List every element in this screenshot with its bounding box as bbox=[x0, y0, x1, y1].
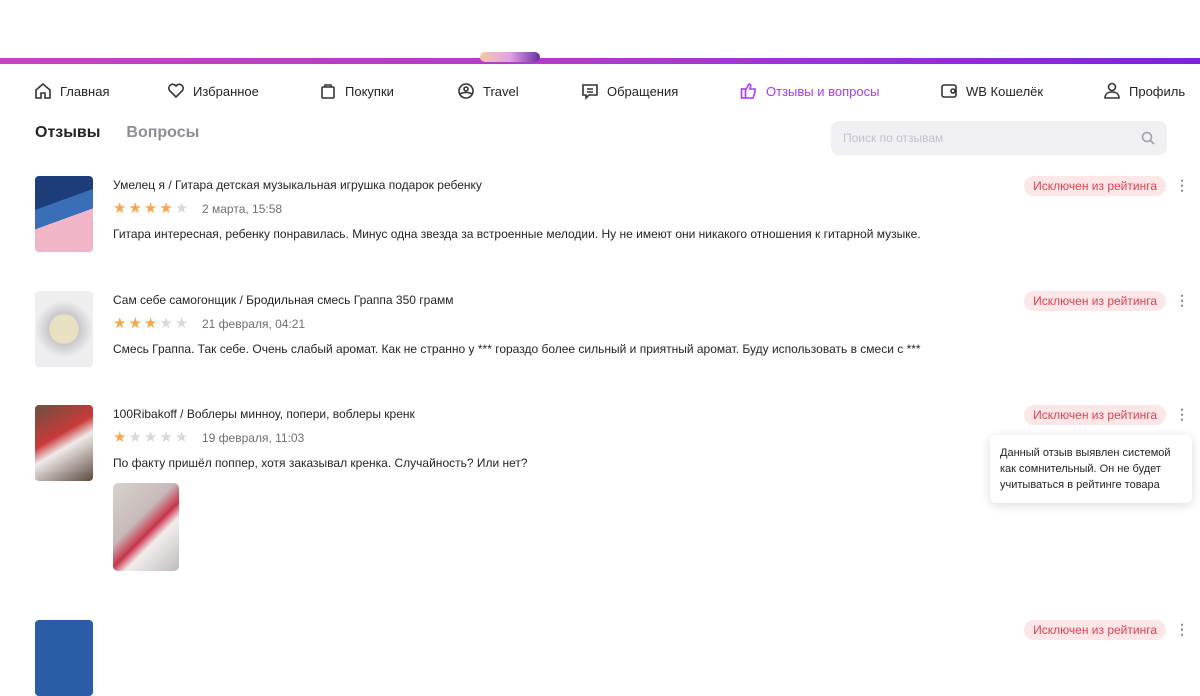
product-title[interactable]: Сам себе самогонщик / Бродильная смесь Г… bbox=[113, 293, 454, 307]
home-icon bbox=[35, 82, 51, 99]
nav-home[interactable]: Главная bbox=[34, 82, 109, 100]
banner-decoration bbox=[480, 52, 540, 62]
nav-label: Профиль bbox=[1129, 83, 1186, 99]
search-input[interactable]: Поиск по отзывам bbox=[831, 121, 1167, 155]
nav-wallet[interactable]: WB Кошелёк bbox=[940, 82, 1043, 100]
nav-label: Покупки bbox=[345, 83, 394, 99]
heart-icon bbox=[168, 83, 184, 99]
search-placeholder: Поиск по отзывам bbox=[843, 131, 944, 145]
excluded-badge[interactable]: Исключен из рейтинга bbox=[1024, 291, 1166, 311]
header-gradient-bar bbox=[0, 52, 1200, 64]
product-thumbnail[interactable] bbox=[35, 620, 93, 696]
rating-stars: ★ ★ ★ ★ ★ bbox=[113, 429, 189, 446]
tab-questions[interactable]: Вопросы bbox=[126, 124, 199, 142]
product-thumbnail[interactable] bbox=[35, 405, 93, 481]
excluded-tooltip: Данный отзыв выявлен системой как сомнит… bbox=[990, 435, 1192, 503]
review-text: По факту пришёл поппер, хотя заказывал к… bbox=[113, 456, 528, 470]
nav-label: Главная bbox=[60, 83, 110, 99]
product-title[interactable]: Умелец я / Гитара детская музыкальная иг… bbox=[113, 178, 482, 192]
product-thumbnail[interactable] bbox=[35, 291, 93, 367]
excluded-badge[interactable]: Исключен из рейтинга bbox=[1024, 620, 1166, 640]
nav-label: WB Кошелёк bbox=[966, 83, 1044, 99]
header-space bbox=[0, 0, 1200, 58]
nav-label: Отзывы и вопросы bbox=[766, 83, 880, 99]
rating-stars: ★ ★ ★ ★ ★ bbox=[113, 200, 189, 217]
more-icon[interactable]: ⋮ bbox=[1175, 291, 1189, 311]
bag-icon bbox=[321, 84, 335, 99]
excluded-badge[interactable]: Исключен из рейтинга bbox=[1024, 405, 1166, 425]
review-text: Гитара интересная, ребенку понравилась. … bbox=[113, 227, 921, 241]
thumbs-up-icon bbox=[740, 83, 756, 99]
tab-reviews[interactable]: Отзывы bbox=[35, 124, 100, 142]
more-icon[interactable]: ⋮ bbox=[1175, 620, 1189, 640]
review-tabs: Отзывы Вопросы bbox=[35, 124, 199, 142]
search-icon[interactable] bbox=[1141, 131, 1155, 145]
travel-icon bbox=[458, 83, 474, 99]
product-title[interactable]: 100Ribakoff / Воблеры минноу, попери, во… bbox=[113, 407, 415, 421]
user-icon bbox=[1104, 82, 1120, 99]
nav-favorites[interactable]: Избранное bbox=[167, 82, 259, 100]
rating-stars: ★ ★ ★ ★ ★ bbox=[113, 315, 189, 332]
review-date: 2 марта, 15:58 bbox=[202, 202, 283, 216]
excluded-badge[interactable]: Исключен из рейтинга bbox=[1024, 176, 1166, 196]
review-date: 21 февраля, 04:21 bbox=[202, 317, 306, 331]
nav-reviews[interactable]: Отзывы и вопросы bbox=[740, 82, 879, 100]
review-date: 19 февраля, 11:03 bbox=[202, 431, 305, 445]
nav-label: Обращения bbox=[607, 83, 679, 99]
nav-label: Избранное bbox=[193, 83, 259, 99]
nav-appeals[interactable]: Обращения bbox=[581, 82, 678, 100]
profile-nav: Главная Избранное Покупки Travel Обращен… bbox=[0, 82, 1200, 106]
more-icon[interactable]: ⋮ bbox=[1175, 405, 1189, 425]
nav-label: Travel bbox=[483, 83, 519, 99]
nav-travel[interactable]: Travel bbox=[457, 82, 519, 100]
nav-profile[interactable]: Профиль bbox=[1103, 82, 1185, 100]
wallet-icon bbox=[941, 84, 957, 98]
review-text: Смесь Граппа. Так себе. Очень слабый аро… bbox=[113, 342, 921, 356]
more-icon[interactable]: ⋮ bbox=[1175, 176, 1189, 196]
review-photo[interactable] bbox=[113, 483, 179, 571]
product-thumbnail[interactable] bbox=[35, 176, 93, 252]
chat-icon bbox=[582, 84, 598, 100]
nav-purchases[interactable]: Покупки bbox=[319, 82, 394, 100]
